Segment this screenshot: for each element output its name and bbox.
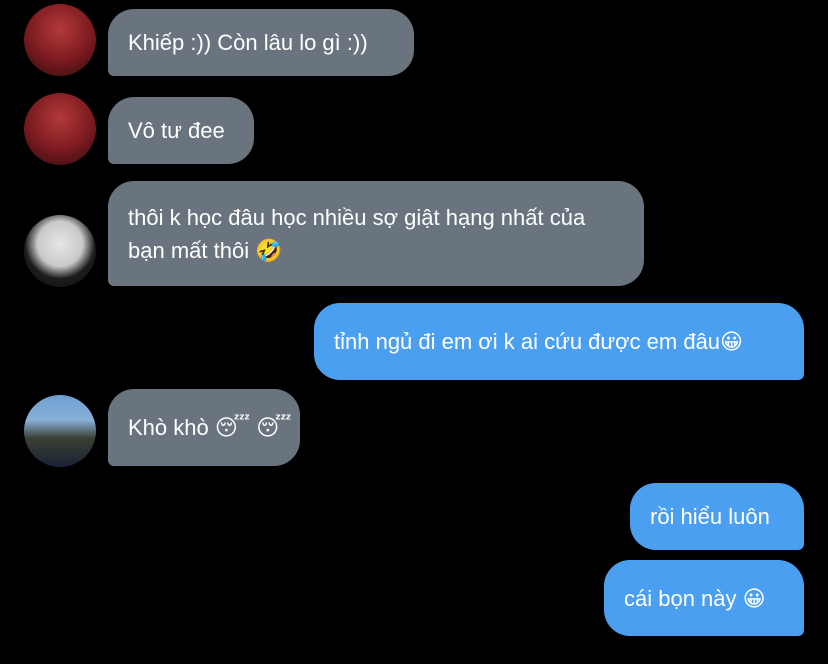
message-bubble-received[interactable]: Vô tư đee [108, 97, 254, 164]
message-text: tỉnh ngủ đi em ơi k ai cứu được em đâu😀 [334, 329, 743, 354]
message-bubble-sent[interactable]: rồi hiểu luôn [630, 483, 804, 550]
avatar[interactable] [24, 215, 96, 287]
message-text: Khiếp :)) Còn lâu lo gì :)) [128, 30, 368, 55]
avatar[interactable] [24, 395, 96, 467]
avatar[interactable] [24, 93, 96, 165]
avatar[interactable] [24, 4, 96, 76]
message-text: rồi hiểu luôn [650, 504, 770, 529]
message-text: cái bọn này 😀 [624, 585, 766, 611]
message-bubble-sent[interactable]: cái bọn này 😀 [604, 560, 804, 636]
message-bubble-received[interactable]: thôi k học đâu học nhiều sợ giật hạng nh… [108, 181, 644, 286]
message-text: thôi k học đâu học nhiều sợ giật hạng nh… [128, 204, 586, 263]
message-bubble-received[interactable]: Khò khò 😴 😴 [108, 389, 300, 466]
message-bubble-sent[interactable]: tỉnh ngủ đi em ơi k ai cứu được em đâu😀 [314, 303, 804, 380]
message-text: Vô tư đee [128, 118, 225, 143]
message-text: Khò khò 😴 😴 [128, 415, 292, 440]
message-bubble-received[interactable]: Khiếp :)) Còn lâu lo gì :)) [108, 9, 414, 76]
